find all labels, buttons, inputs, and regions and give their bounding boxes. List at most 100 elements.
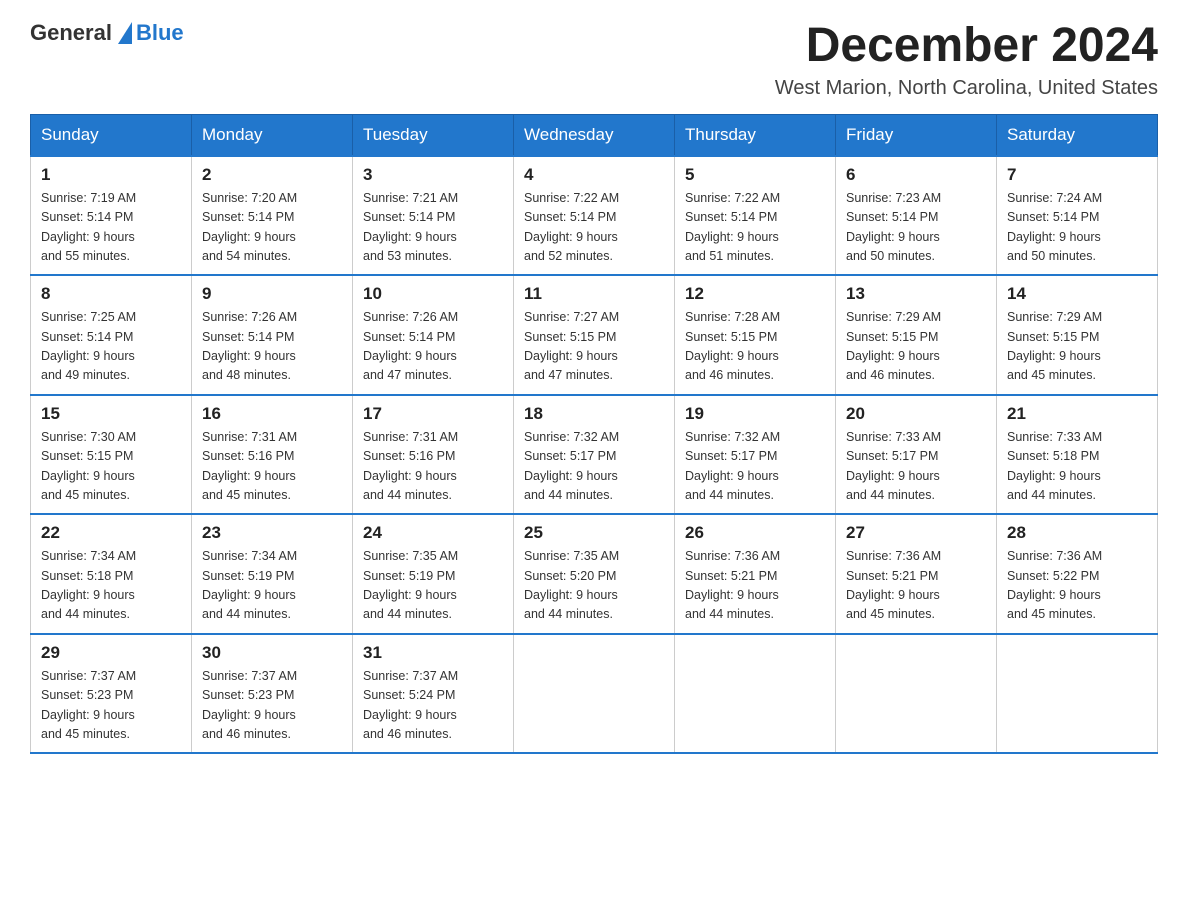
- logo-triangle-icon: [118, 22, 132, 44]
- day-info: Sunrise: 7:31 AMSunset: 5:16 PMDaylight:…: [202, 428, 342, 506]
- calendar-day-cell: 2 Sunrise: 7:20 AMSunset: 5:14 PMDaylight…: [192, 156, 353, 276]
- day-info: Sunrise: 7:34 AMSunset: 5:19 PMDaylight:…: [202, 547, 342, 625]
- calendar-day-cell: 12 Sunrise: 7:28 AMSunset: 5:15 PMDayligh…: [675, 275, 836, 395]
- day-number: 4: [524, 165, 664, 185]
- weekday-header-friday: Friday: [836, 114, 997, 156]
- calendar-day-cell: 24 Sunrise: 7:35 AMSunset: 5:19 PMDayligh…: [353, 514, 514, 634]
- day-info: Sunrise: 7:36 AMSunset: 5:22 PMDaylight:…: [1007, 547, 1147, 625]
- day-number: 15: [41, 404, 181, 424]
- day-info: Sunrise: 7:29 AMSunset: 5:15 PMDaylight:…: [1007, 308, 1147, 386]
- calendar-day-cell: 1 Sunrise: 7:19 AMSunset: 5:14 PMDaylight…: [31, 156, 192, 276]
- day-number: 25: [524, 523, 664, 543]
- day-info: Sunrise: 7:35 AMSunset: 5:19 PMDaylight:…: [363, 547, 503, 625]
- day-info: Sunrise: 7:27 AMSunset: 5:15 PMDaylight:…: [524, 308, 664, 386]
- calendar-day-cell: 18 Sunrise: 7:32 AMSunset: 5:17 PMDayligh…: [514, 395, 675, 515]
- calendar-day-cell: 4 Sunrise: 7:22 AMSunset: 5:14 PMDaylight…: [514, 156, 675, 276]
- calendar-day-cell: 25 Sunrise: 7:35 AMSunset: 5:20 PMDayligh…: [514, 514, 675, 634]
- calendar-day-cell: 8 Sunrise: 7:25 AMSunset: 5:14 PMDaylight…: [31, 275, 192, 395]
- calendar-day-cell: 23 Sunrise: 7:34 AMSunset: 5:19 PMDayligh…: [192, 514, 353, 634]
- location-title: West Marion, North Carolina, United Stat…: [775, 77, 1158, 100]
- day-info: Sunrise: 7:29 AMSunset: 5:15 PMDaylight:…: [846, 308, 986, 386]
- day-number: 27: [846, 523, 986, 543]
- calendar-day-cell: 31Sunrise: 7:37 AMSunset: 5:24 PMDayligh…: [353, 634, 514, 754]
- day-number: 3: [363, 165, 503, 185]
- calendar-day-cell: [997, 634, 1158, 754]
- day-number: 18: [524, 404, 664, 424]
- day-number: 1: [41, 165, 181, 185]
- calendar-day-cell: 22 Sunrise: 7:34 AMSunset: 5:18 PMDayligh…: [31, 514, 192, 634]
- calendar-table: SundayMondayTuesdayWednesdayThursdayFrid…: [30, 114, 1158, 755]
- calendar-day-cell: 27Sunrise: 7:36 AMSunset: 5:21 PMDayligh…: [836, 514, 997, 634]
- day-info: Sunrise: 7:26 AMSunset: 5:14 PMDaylight:…: [363, 308, 503, 386]
- day-info: Sunrise: 7:23 AMSunset: 5:14 PMDaylight:…: [846, 189, 986, 267]
- calendar-day-cell: 30 Sunrise: 7:37 AMSunset: 5:23 PMDayligh…: [192, 634, 353, 754]
- calendar-week-row: 29 Sunrise: 7:37 AMSunset: 5:23 PMDayligh…: [31, 634, 1158, 754]
- calendar-week-row: 8 Sunrise: 7:25 AMSunset: 5:14 PMDaylight…: [31, 275, 1158, 395]
- weekday-header-wednesday: Wednesday: [514, 114, 675, 156]
- day-info: Sunrise: 7:32 AMSunset: 5:17 PMDaylight:…: [524, 428, 664, 506]
- day-number: 23: [202, 523, 342, 543]
- logo-text-blue: Blue: [136, 20, 184, 46]
- weekday-header-saturday: Saturday: [997, 114, 1158, 156]
- weekday-header-monday: Monday: [192, 114, 353, 156]
- calendar-day-cell: [836, 634, 997, 754]
- day-info: Sunrise: 7:28 AMSunset: 5:15 PMDaylight:…: [685, 308, 825, 386]
- calendar-day-cell: 19 Sunrise: 7:32 AMSunset: 5:17 PMDayligh…: [675, 395, 836, 515]
- month-title: December 2024: [775, 20, 1158, 73]
- calendar-week-row: 15Sunrise: 7:30 AMSunset: 5:15 PMDayligh…: [31, 395, 1158, 515]
- calendar-day-cell: 9 Sunrise: 7:26 AMSunset: 5:14 PMDaylight…: [192, 275, 353, 395]
- day-info: Sunrise: 7:37 AMSunset: 5:23 PMDaylight:…: [202, 667, 342, 745]
- calendar-day-cell: 5Sunrise: 7:22 AMSunset: 5:14 PMDaylight…: [675, 156, 836, 276]
- day-number: 9: [202, 284, 342, 304]
- day-number: 17: [363, 404, 503, 424]
- day-number: 24: [363, 523, 503, 543]
- day-number: 2: [202, 165, 342, 185]
- calendar-day-cell: 21Sunrise: 7:33 AMSunset: 5:18 PMDayligh…: [997, 395, 1158, 515]
- calendar-week-row: 1 Sunrise: 7:19 AMSunset: 5:14 PMDaylight…: [31, 156, 1158, 276]
- day-number: 29: [41, 643, 181, 663]
- day-info: Sunrise: 7:32 AMSunset: 5:17 PMDaylight:…: [685, 428, 825, 506]
- day-info: Sunrise: 7:22 AMSunset: 5:14 PMDaylight:…: [524, 189, 664, 267]
- day-info: Sunrise: 7:33 AMSunset: 5:17 PMDaylight:…: [846, 428, 986, 506]
- page-header: General Blue December 2024 West Marion, …: [30, 20, 1158, 100]
- day-info: Sunrise: 7:19 AMSunset: 5:14 PMDaylight:…: [41, 189, 181, 267]
- calendar-day-cell: [675, 634, 836, 754]
- calendar-day-cell: 16Sunrise: 7:31 AMSunset: 5:16 PMDayligh…: [192, 395, 353, 515]
- day-number: 30: [202, 643, 342, 663]
- day-info: Sunrise: 7:37 AMSunset: 5:24 PMDaylight:…: [363, 667, 503, 745]
- calendar-day-cell: 29Sunrise: 7:37 AMSunset: 5:23 PMDayligh…: [31, 634, 192, 754]
- day-number: 11: [524, 284, 664, 304]
- day-number: 19: [685, 404, 825, 424]
- day-number: 26: [685, 523, 825, 543]
- calendar-day-cell: 10 Sunrise: 7:26 AMSunset: 5:14 PMDayligh…: [353, 275, 514, 395]
- calendar-day-cell: 26 Sunrise: 7:36 AMSunset: 5:21 PMDayligh…: [675, 514, 836, 634]
- day-number: 14: [1007, 284, 1147, 304]
- weekday-header-thursday: Thursday: [675, 114, 836, 156]
- day-info: Sunrise: 7:25 AMSunset: 5:14 PMDaylight:…: [41, 308, 181, 386]
- day-info: Sunrise: 7:21 AMSunset: 5:14 PMDaylight:…: [363, 189, 503, 267]
- day-info: Sunrise: 7:24 AMSunset: 5:14 PMDaylight:…: [1007, 189, 1147, 267]
- title-area: December 2024 West Marion, North Carolin…: [775, 20, 1158, 100]
- day-number: 8: [41, 284, 181, 304]
- calendar-day-cell: 11 Sunrise: 7:27 AMSunset: 5:15 PMDayligh…: [514, 275, 675, 395]
- day-number: 21: [1007, 404, 1147, 424]
- day-info: Sunrise: 7:31 AMSunset: 5:16 PMDaylight:…: [363, 428, 503, 506]
- day-number: 10: [363, 284, 503, 304]
- weekday-header-sunday: Sunday: [31, 114, 192, 156]
- calendar-day-cell: 17 Sunrise: 7:31 AMSunset: 5:16 PMDayligh…: [353, 395, 514, 515]
- day-info: Sunrise: 7:26 AMSunset: 5:14 PMDaylight:…: [202, 308, 342, 386]
- day-number: 12: [685, 284, 825, 304]
- logo-text-general: General: [30, 20, 112, 46]
- calendar-day-cell: 28Sunrise: 7:36 AMSunset: 5:22 PMDayligh…: [997, 514, 1158, 634]
- day-info: Sunrise: 7:36 AMSunset: 5:21 PMDaylight:…: [685, 547, 825, 625]
- day-number: 22: [41, 523, 181, 543]
- calendar-day-cell: 13Sunrise: 7:29 AMSunset: 5:15 PMDayligh…: [836, 275, 997, 395]
- day-number: 6: [846, 165, 986, 185]
- logo: General Blue: [30, 20, 184, 46]
- day-info: Sunrise: 7:20 AMSunset: 5:14 PMDaylight:…: [202, 189, 342, 267]
- day-info: Sunrise: 7:34 AMSunset: 5:18 PMDaylight:…: [41, 547, 181, 625]
- day-number: 7: [1007, 165, 1147, 185]
- day-info: Sunrise: 7:35 AMSunset: 5:20 PMDaylight:…: [524, 547, 664, 625]
- calendar-day-cell: 6 Sunrise: 7:23 AMSunset: 5:14 PMDaylight…: [836, 156, 997, 276]
- calendar-day-cell: 14 Sunrise: 7:29 AMSunset: 5:15 PMDayligh…: [997, 275, 1158, 395]
